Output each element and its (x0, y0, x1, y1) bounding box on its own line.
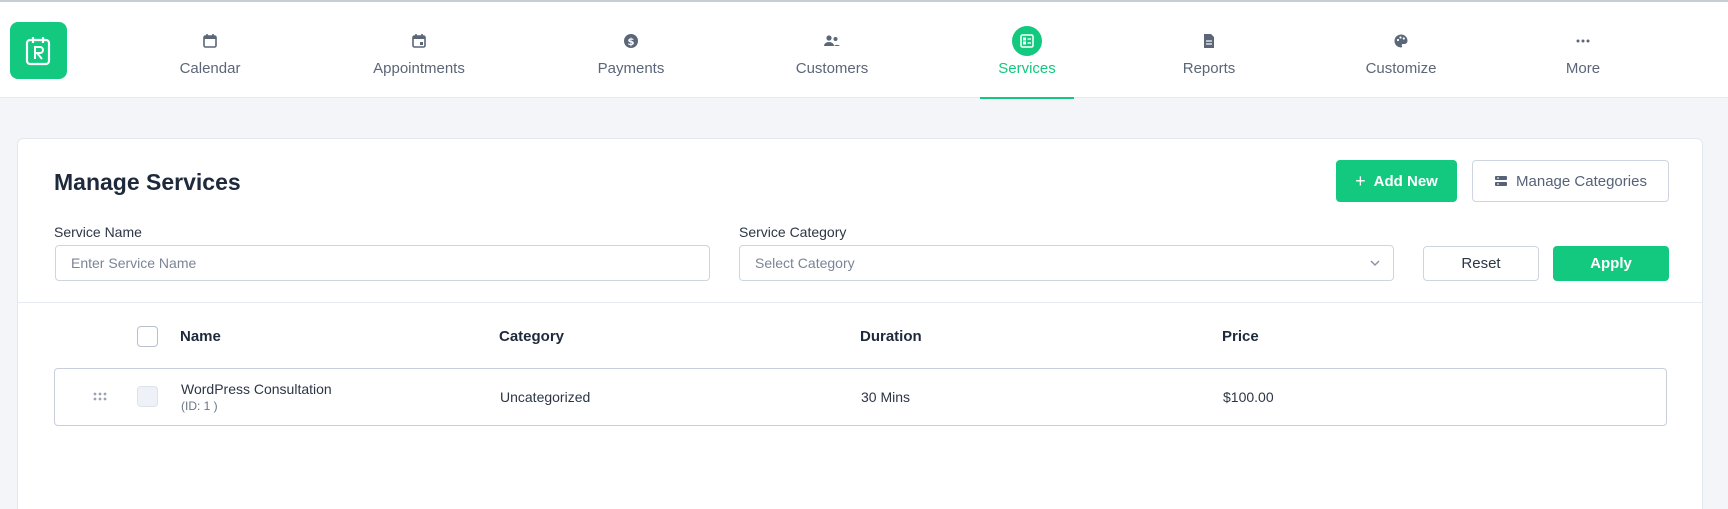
logo-icon (25, 36, 50, 65)
nav-label-services: Services (998, 60, 1056, 77)
drag-handle-icon[interactable] (93, 392, 107, 402)
nav-label-calendar: Calendar (179, 60, 241, 77)
service-category-select[interactable]: Select Category (739, 245, 1394, 281)
nav-item-more[interactable]: More (1498, 2, 1668, 98)
reset-label: Reset (1461, 255, 1501, 272)
nav-item-reports[interactable]: Reports (1124, 2, 1294, 98)
service-duration: 30 Mins (861, 389, 911, 405)
report-file-icon (1194, 26, 1224, 56)
row-checkbox[interactable] (137, 386, 158, 407)
palette-icon (1386, 26, 1416, 56)
column-header-name: Name (180, 328, 221, 345)
manage-services-card: Manage Services + Add New Manage Categor… (17, 138, 1703, 509)
nav-label-reports: Reports (1182, 60, 1236, 77)
service-category: Uncategorized (500, 389, 591, 405)
apply-label: Apply (1590, 255, 1632, 272)
section-divider (18, 302, 1702, 303)
services-icon (1012, 26, 1042, 56)
nav-item-customize[interactable]: Customize (1316, 2, 1486, 98)
nav-label-customize: Customize (1365, 60, 1437, 77)
column-header-category: Category (499, 328, 565, 345)
calendar-icon (195, 26, 225, 56)
nav-item-customers[interactable]: Customers (747, 2, 917, 98)
app-logo[interactable] (10, 22, 67, 79)
nav-label-payments: Payments (597, 60, 665, 77)
service-name-input[interactable] (55, 245, 710, 281)
users-icon (817, 26, 847, 56)
nav-label-appointments: Appointments (373, 60, 465, 77)
categories-list-icon (1495, 176, 1508, 186)
apply-button[interactable]: Apply (1553, 246, 1669, 281)
select-all-checkbox[interactable] (137, 326, 158, 347)
appointment-calendar-icon (404, 26, 434, 56)
service-category-label: Service Category (739, 224, 847, 240)
nav-label-more: More (1565, 60, 1601, 77)
service-name-label: Service Name (54, 224, 142, 240)
more-dots-icon (1568, 26, 1598, 56)
page-title: Manage Services (54, 169, 241, 195)
chevron-down-icon (1370, 260, 1380, 266)
nav-item-payments[interactable]: $ Payments (546, 2, 716, 98)
manage-categories-button[interactable]: Manage Categories (1472, 160, 1669, 202)
column-header-duration: Duration (860, 328, 922, 345)
reset-button[interactable]: Reset (1423, 246, 1539, 281)
add-new-label: Add New (1373, 172, 1438, 190)
nav-item-calendar[interactable]: Calendar (125, 2, 295, 98)
column-header-price: Price (1222, 328, 1259, 345)
table-row[interactable]: WordPress Consultation (ID: 1 ) Uncatego… (54, 368, 1667, 426)
nav-item-services[interactable]: Services (942, 2, 1112, 99)
dollar-circle-icon: $ (616, 26, 646, 56)
active-tab-indicator (980, 97, 1074, 99)
top-navigation-bar: Calendar Appointments $ Payments Custome… (0, 2, 1728, 99)
nav-label-customers: Customers (795, 60, 869, 77)
service-id: (ID: 1 ) (181, 399, 218, 413)
service-price: $100.00 (1223, 389, 1274, 405)
plus-icon: + (1355, 171, 1366, 191)
service-name: WordPress Consultation (181, 381, 332, 397)
manage-categories-label: Manage Categories (1516, 172, 1647, 190)
nav-item-appointments[interactable]: Appointments (334, 2, 504, 98)
svg-text:$: $ (628, 37, 635, 48)
add-new-button[interactable]: + Add New (1336, 160, 1457, 202)
service-category-placeholder: Select Category (755, 255, 855, 271)
